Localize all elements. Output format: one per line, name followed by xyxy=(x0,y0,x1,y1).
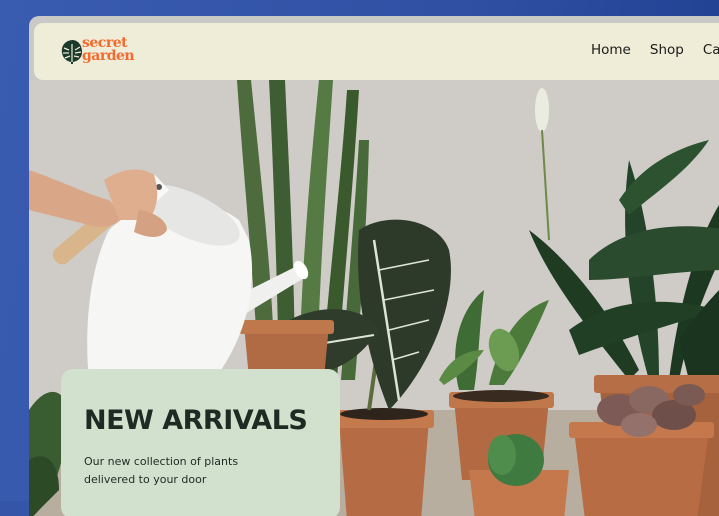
brand-logo[interactable]: secret garden xyxy=(60,36,150,69)
hero-card: NEW ARRIVALS Our new collection of plant… xyxy=(61,369,340,516)
main-nav: Home Shop Ca xyxy=(591,42,719,58)
monstera-leaf-icon xyxy=(61,40,82,64)
nav-link-shop[interactable]: Shop xyxy=(650,42,684,58)
hero-subtitle-line-2: delivered to your door xyxy=(84,473,207,486)
nav-link-home[interactable]: Home xyxy=(591,42,631,58)
hero-subtitle-line-1: Our new collection of plants xyxy=(84,455,239,468)
brand-line-2: garden xyxy=(82,48,135,64)
browser-viewport: secret garden Home Shop Ca NEW ARRIVALS … xyxy=(29,16,719,516)
hero-title: NEW ARRIVALS xyxy=(84,405,308,436)
brand-wordmark: secret garden xyxy=(82,36,135,64)
nav-link-truncated[interactable]: Ca xyxy=(703,42,719,58)
site-header: secret garden Home Shop Ca xyxy=(34,23,719,80)
hero-subtitle: Our new collection of plants delivered t… xyxy=(84,453,284,489)
